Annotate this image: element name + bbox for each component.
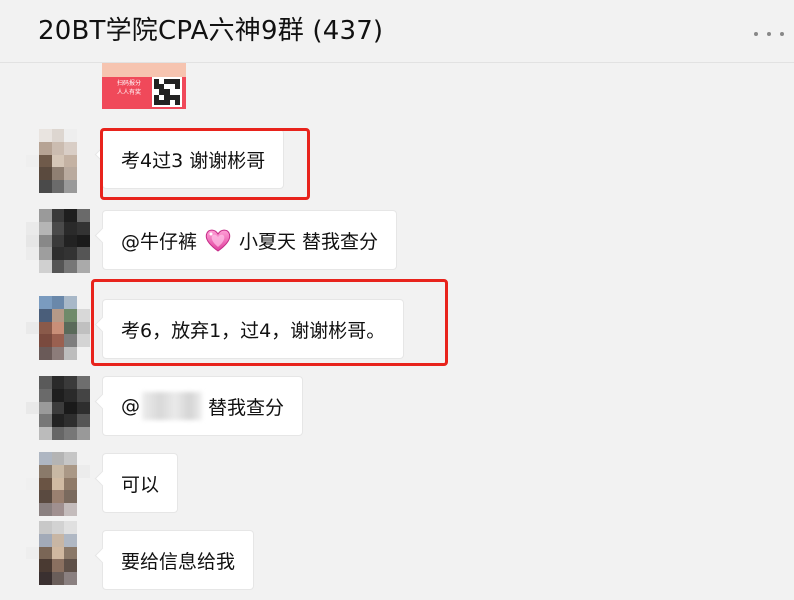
message-bubble[interactable]: 可以 [102,453,179,513]
avatar[interactable] [26,521,90,585]
mention-prefix[interactable]: @ [121,395,140,417]
message-bubble[interactable]: 考4过3 谢谢彬哥 [102,129,285,189]
group-title: 20BT学院CPA六神9群 (437) [38,16,384,46]
mention-text[interactable]: @牛仔裤 [121,227,197,254]
qr-code-icon [152,77,182,107]
more-icon[interactable] [754,22,784,46]
message-text: 考4过3 谢谢彬哥 [121,149,266,172]
message-text: 替我查分 [208,396,285,419]
message-text: 小夏天 替我查分 [239,230,379,253]
image-caption: 扫码报分 人人有奖 [116,80,141,96]
avatar[interactable] [26,209,90,273]
message-bubble[interactable]: @牛仔裤 小夏天 替我查分 [102,210,398,270]
avatar[interactable] [26,452,90,516]
message-list[interactable]: 扫码报分 人人有奖 考4过3 谢谢彬哥 @牛仔裤 小夏天 替我查分 考6，放弃1… [0,63,794,600]
avatar[interactable] [26,129,90,193]
shared-image-message[interactable]: 扫码报分 人人有奖 [102,63,186,109]
blurred-mention [142,392,202,420]
message-text: 要给信息给我 [121,550,236,573]
message-bubble[interactable]: @ 替我查分 [102,376,304,436]
message-bubble[interactable]: 要给信息给我 [102,530,255,590]
message-text: 可以 [121,473,160,496]
avatar[interactable] [26,296,90,360]
avatar[interactable] [26,376,90,440]
message-bubble[interactable]: 考6，放弃1，过4，谢谢彬哥。 [102,299,405,359]
chat-header: 20BT学院CPA六神9群 (437) [0,0,794,63]
heart-emoji-icon [203,225,233,255]
message-text: 考6，放弃1，过4，谢谢彬哥。 [121,319,386,342]
